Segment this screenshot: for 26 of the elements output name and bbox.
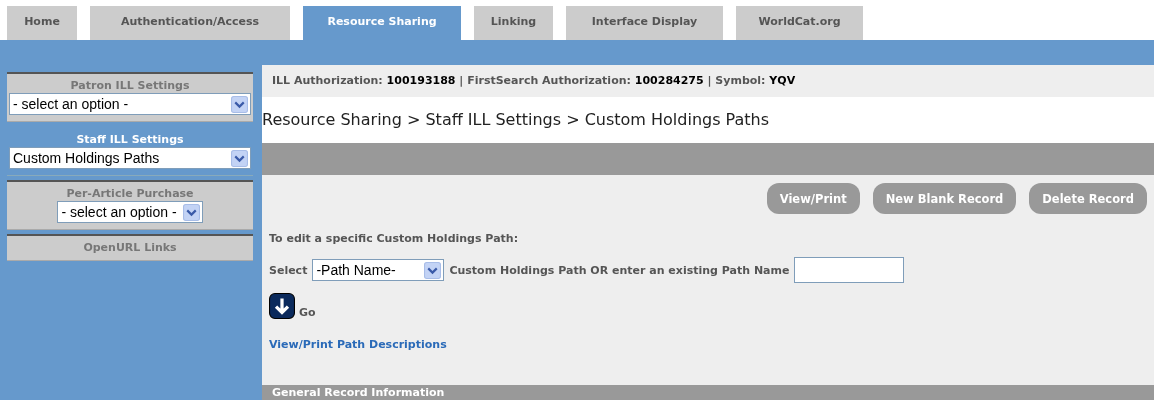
action-button[interactable]: Delete Record	[1029, 183, 1147, 214]
nav-tab[interactable]: Linking	[474, 6, 553, 40]
down-arrow-button-icon[interactable]	[269, 293, 295, 319]
action-button[interactable]: New Blank Record	[872, 183, 1017, 214]
nav-tab[interactable]: Interface Display	[566, 6, 723, 40]
path-name-input[interactable]	[794, 257, 905, 283]
option-select[interactable]: - select an option -	[57, 201, 203, 223]
go-label[interactable]: Go	[299, 306, 316, 319]
section-title[interactable]: Staff ILL Settings	[76, 133, 184, 146]
nav-tab[interactable]: Resource Sharing	[303, 6, 461, 40]
section-title[interactable]: Patron ILL Settings	[70, 79, 190, 92]
section-heading: General Record Information	[272, 386, 445, 399]
nav-tab[interactable]: WorldCat.org	[736, 6, 863, 40]
breadcrumb: Resource Sharing > Staff ILL Settings > Custom Holdings Paths	[262, 97, 1154, 143]
nav-tab[interactable]: Authentication/Access	[90, 6, 290, 40]
nav-tab[interactable]: Home	[7, 6, 77, 40]
select-label: Custom Holdings Path OR enter an existing Path Name	[449, 263, 790, 277]
instruction-text: To edit a specific Custom Holdings Path:	[269, 232, 520, 245]
option-select[interactable]: - select an option -	[9, 93, 251, 115]
path-name-select[interactable]: -Path Name-	[312, 259, 445, 281]
action-button[interactable]: View/Print	[766, 183, 860, 214]
section-title[interactable]: Per-Article Purchase	[66, 187, 194, 200]
select-label: Select	[269, 263, 308, 277]
section-title[interactable]: OpenURL Links	[83, 241, 177, 254]
path-descriptions-link[interactable]: View/Print Path Descriptions	[269, 338, 447, 351]
option-select[interactable]: Custom Holdings Paths	[9, 147, 251, 169]
